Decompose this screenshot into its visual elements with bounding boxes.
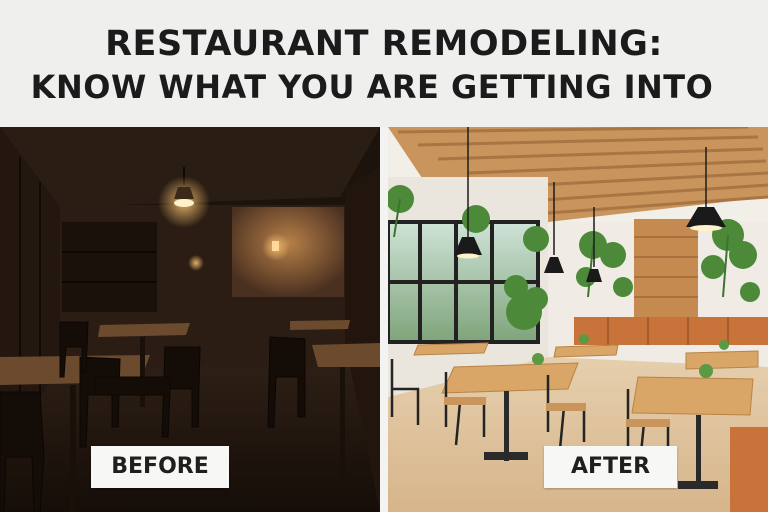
- after-label: AFTER: [544, 446, 677, 488]
- panel-divider: [380, 127, 388, 512]
- before-label: BEFORE: [91, 446, 229, 488]
- title-line-2: KNOW WHAT YOU ARE GETTING INTO: [30, 68, 714, 106]
- header-banner: RESTAURANT REMODELING: KNOW WHAT YOU ARE…: [0, 0, 768, 127]
- title-line-1: RESTAURANT REMODELING:: [105, 24, 663, 64]
